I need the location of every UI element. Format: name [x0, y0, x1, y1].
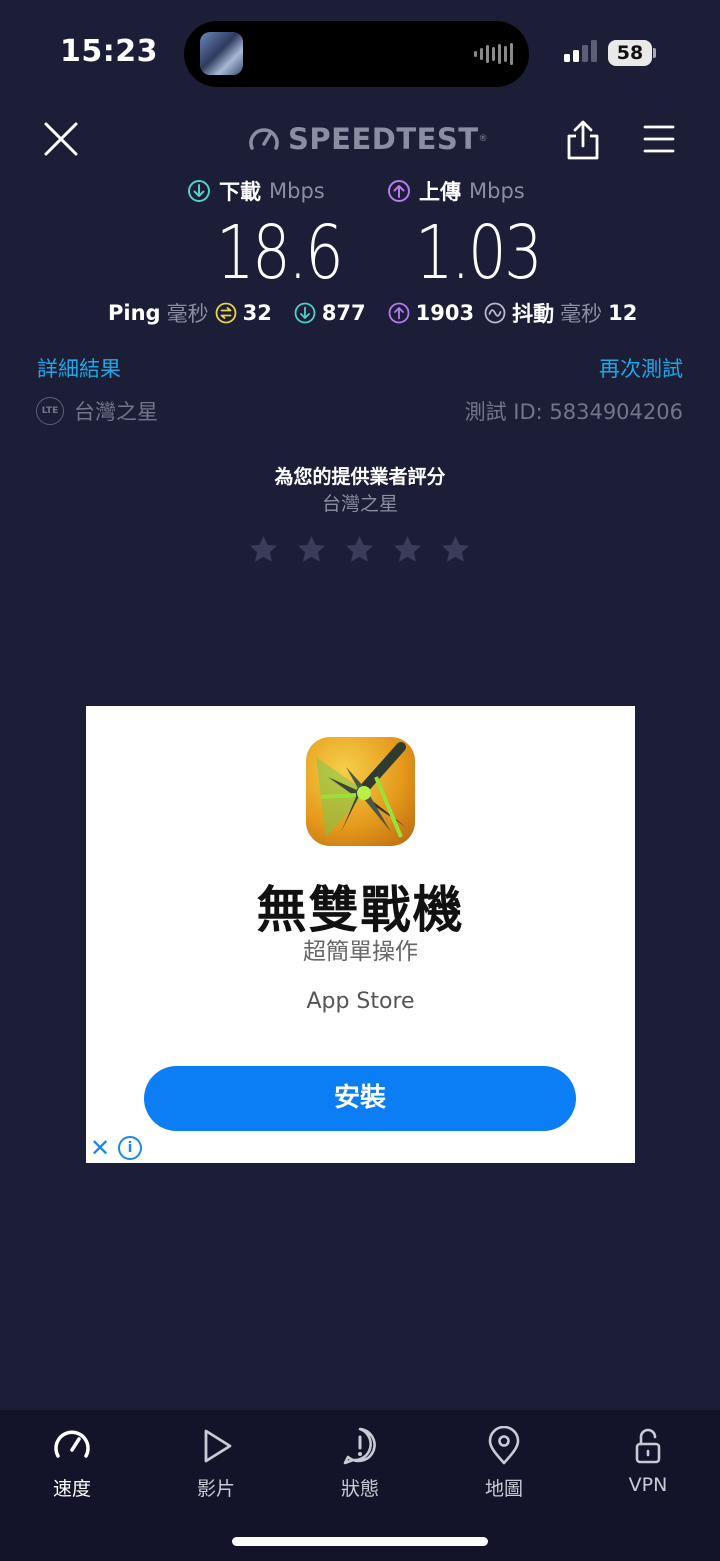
ad-info-icon[interactable]: i — [118, 1136, 142, 1160]
battery-indicator: 58 — [608, 40, 652, 66]
close-button[interactable] — [40, 118, 82, 160]
tab-label: VPN — [628, 1474, 668, 1496]
ad-store-label: App Store — [306, 989, 415, 1014]
tab-vpn[interactable]: VPN — [588, 1426, 708, 1496]
advertisement-banner[interactable]: 無雙戰機 超簡單操作 App Store 安裝 ✕ i — [86, 706, 635, 1163]
arrow-down-circle-icon — [188, 180, 210, 202]
status-time: 15:23 — [60, 34, 158, 69]
tab-status[interactable]: 狀態 — [300, 1426, 420, 1501]
tab-speed[interactable]: 速度 — [12, 1426, 132, 1501]
rating-provider: 台灣之星 — [321, 493, 398, 515]
details-link[interactable]: 詳細結果 — [37, 353, 121, 383]
share-icon — [567, 120, 599, 160]
now-playing-artwork — [200, 32, 243, 75]
speedtest-logo: SPEEDTEST ® — [248, 122, 488, 156]
ad-close-icon[interactable]: ✕ — [90, 1136, 110, 1160]
alert-bubble-icon — [343, 1427, 376, 1465]
arrow-up-circle-icon — [388, 180, 410, 202]
provider-name: 台灣之星 — [74, 400, 158, 424]
jitter-icon — [484, 302, 506, 324]
tab-map[interactable]: 地圖 — [444, 1426, 564, 1501]
upload-speed-value: 1.03 — [415, 210, 543, 296]
latency-row: Ping 毫秒 32 877 1903 抖動 毫秒 12 — [108, 298, 637, 328]
upload-unit: Mbps — [469, 179, 525, 203]
upload-label-row: 上傳 Mbps — [387, 176, 525, 206]
download-latency-icon — [294, 302, 316, 324]
speedometer-icon — [54, 1430, 90, 1458]
map-pin-icon — [488, 1426, 520, 1465]
ping-download-value: 877 — [321, 301, 366, 325]
provider-info: LTE 台灣之星 — [36, 396, 158, 426]
download-speed-value: 18.6 — [216, 210, 344, 296]
rating-star-icon[interactable] — [248, 534, 279, 565]
close-icon — [44, 122, 78, 156]
dynamic-island[interactable] — [184, 21, 529, 87]
ping-unit: 毫秒 — [166, 302, 209, 326]
download-label: 下載 — [219, 180, 261, 204]
rating-star-icon[interactable] — [344, 534, 375, 565]
logo-text: SPEEDTEST — [288, 122, 479, 156]
install-button[interactable]: 安裝 — [144, 1066, 576, 1131]
game-app-icon[interactable] — [306, 737, 415, 846]
fighter-jet-icon — [316, 742, 406, 838]
lock-icon — [635, 1428, 661, 1464]
jitter-unit: 毫秒 — [560, 302, 603, 326]
idle-latency-icon — [215, 302, 236, 324]
network-type-badge: LTE — [36, 397, 64, 425]
logo-registered-mark: ® — [478, 134, 488, 144]
rating-star-icon[interactable] — [296, 534, 327, 565]
tab-label: 速度 — [52, 1478, 91, 1500]
gauge-icon — [249, 128, 279, 150]
rating-title: 為您的提供業者評分 — [274, 466, 446, 488]
ping-label: Ping — [108, 301, 161, 325]
share-button[interactable] — [563, 118, 603, 162]
battery-tip — [653, 48, 656, 58]
retest-link[interactable]: 再次測試 — [599, 353, 683, 383]
cellular-signal-icon — [564, 40, 597, 62]
tab-label: 影片 — [196, 1478, 235, 1500]
tab-label: 地圖 — [484, 1478, 523, 1500]
ad-subtitle: 超簡單操作 — [303, 939, 418, 965]
home-indicator[interactable] — [232, 1537, 488, 1546]
hamburger-menu-icon — [643, 125, 675, 153]
upload-latency-icon — [388, 302, 410, 324]
play-icon — [204, 1429, 232, 1463]
jitter-value: 12 — [608, 301, 638, 325]
menu-button[interactable] — [642, 122, 676, 156]
test-id: 測試 ID: 5834904206 — [464, 400, 683, 424]
upload-label: 上傳 — [419, 180, 461, 204]
ping-upload-value: 1903 — [415, 301, 475, 325]
ping-idle-value: 32 — [242, 301, 272, 325]
download-unit: Mbps — [269, 179, 325, 203]
audio-waveform-icon — [474, 43, 513, 65]
rating-star-icon[interactable] — [392, 534, 423, 565]
tab-video[interactable]: 影片 — [156, 1426, 276, 1501]
download-label-row: 下載 Mbps — [187, 176, 325, 206]
tab-label: 狀態 — [340, 1478, 379, 1500]
rating-star-icon[interactable] — [440, 534, 471, 565]
rating-stars — [248, 534, 471, 565]
jitter-label: 抖動 — [512, 302, 555, 326]
